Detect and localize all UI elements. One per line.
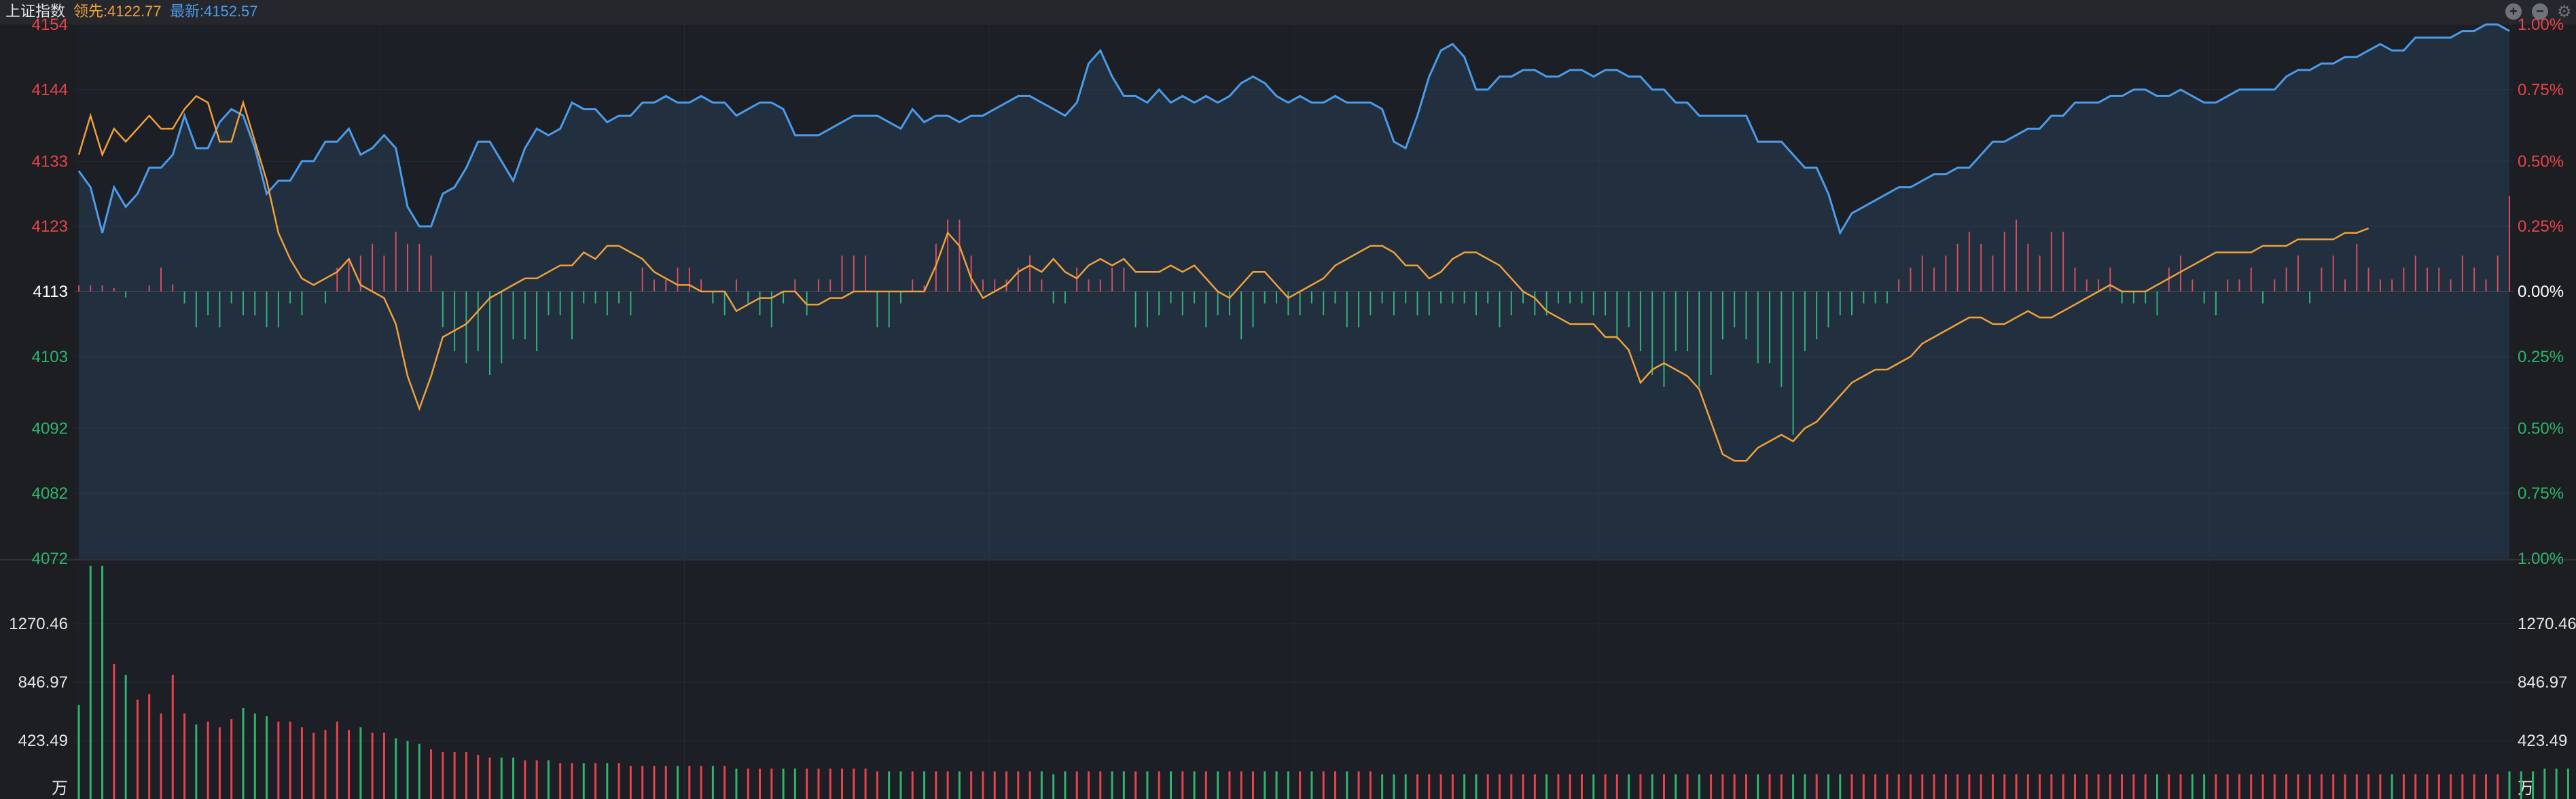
intraday-chart: 4154 1.00% 4144 0.75% 4133 0.50% 4123 0.25% 4113… (0, 16, 2576, 799)
y-left-tick-label: 4144 (32, 81, 68, 99)
y-left-tick-label: 4092 (32, 419, 68, 438)
y-left-tick-label: 4113 (33, 283, 68, 301)
y-left-tick-label: 4103 (32, 348, 68, 366)
volume-unit-left: 万 (52, 779, 68, 798)
volume-tick-label-right: 846.97 (2518, 673, 2567, 692)
volume-unit-right: 万 (2518, 779, 2534, 798)
y-left-tick-label: 4082 (32, 484, 68, 503)
y-right-tick-label: 0.25% (2518, 217, 2564, 236)
y-right-tick-label: 0.75% (2518, 484, 2564, 503)
volume-tick-label-left: 846.97 (18, 673, 68, 692)
y-right-tick-label: 1.00% (2518, 550, 2564, 568)
volume-tick-label-left: 423.49 (18, 732, 68, 750)
y-right-tick-label: 0.50% (2518, 152, 2564, 171)
y-right-tick-label: 0.75% (2518, 81, 2564, 99)
y-right-tick-label: 0.50% (2518, 419, 2564, 438)
y-right-tick-label: 0.25% (2518, 348, 2564, 366)
volume-tick-label-right: 423.49 (2518, 732, 2567, 750)
y-left-tick-label: 4133 (32, 152, 68, 171)
volume-tick-label-right: 1270.46 (2518, 615, 2576, 633)
y-right-tick-label: 1.00% (2518, 16, 2564, 34)
y-right-tick-label: 0.00% (2518, 283, 2564, 301)
volume-tick-label-left: 1270.46 (9, 615, 68, 633)
y-left-tick-label: 4123 (32, 217, 68, 236)
y-left-tick-label: 4072 (32, 550, 68, 568)
y-left-tick-label: 4154 (32, 16, 68, 34)
